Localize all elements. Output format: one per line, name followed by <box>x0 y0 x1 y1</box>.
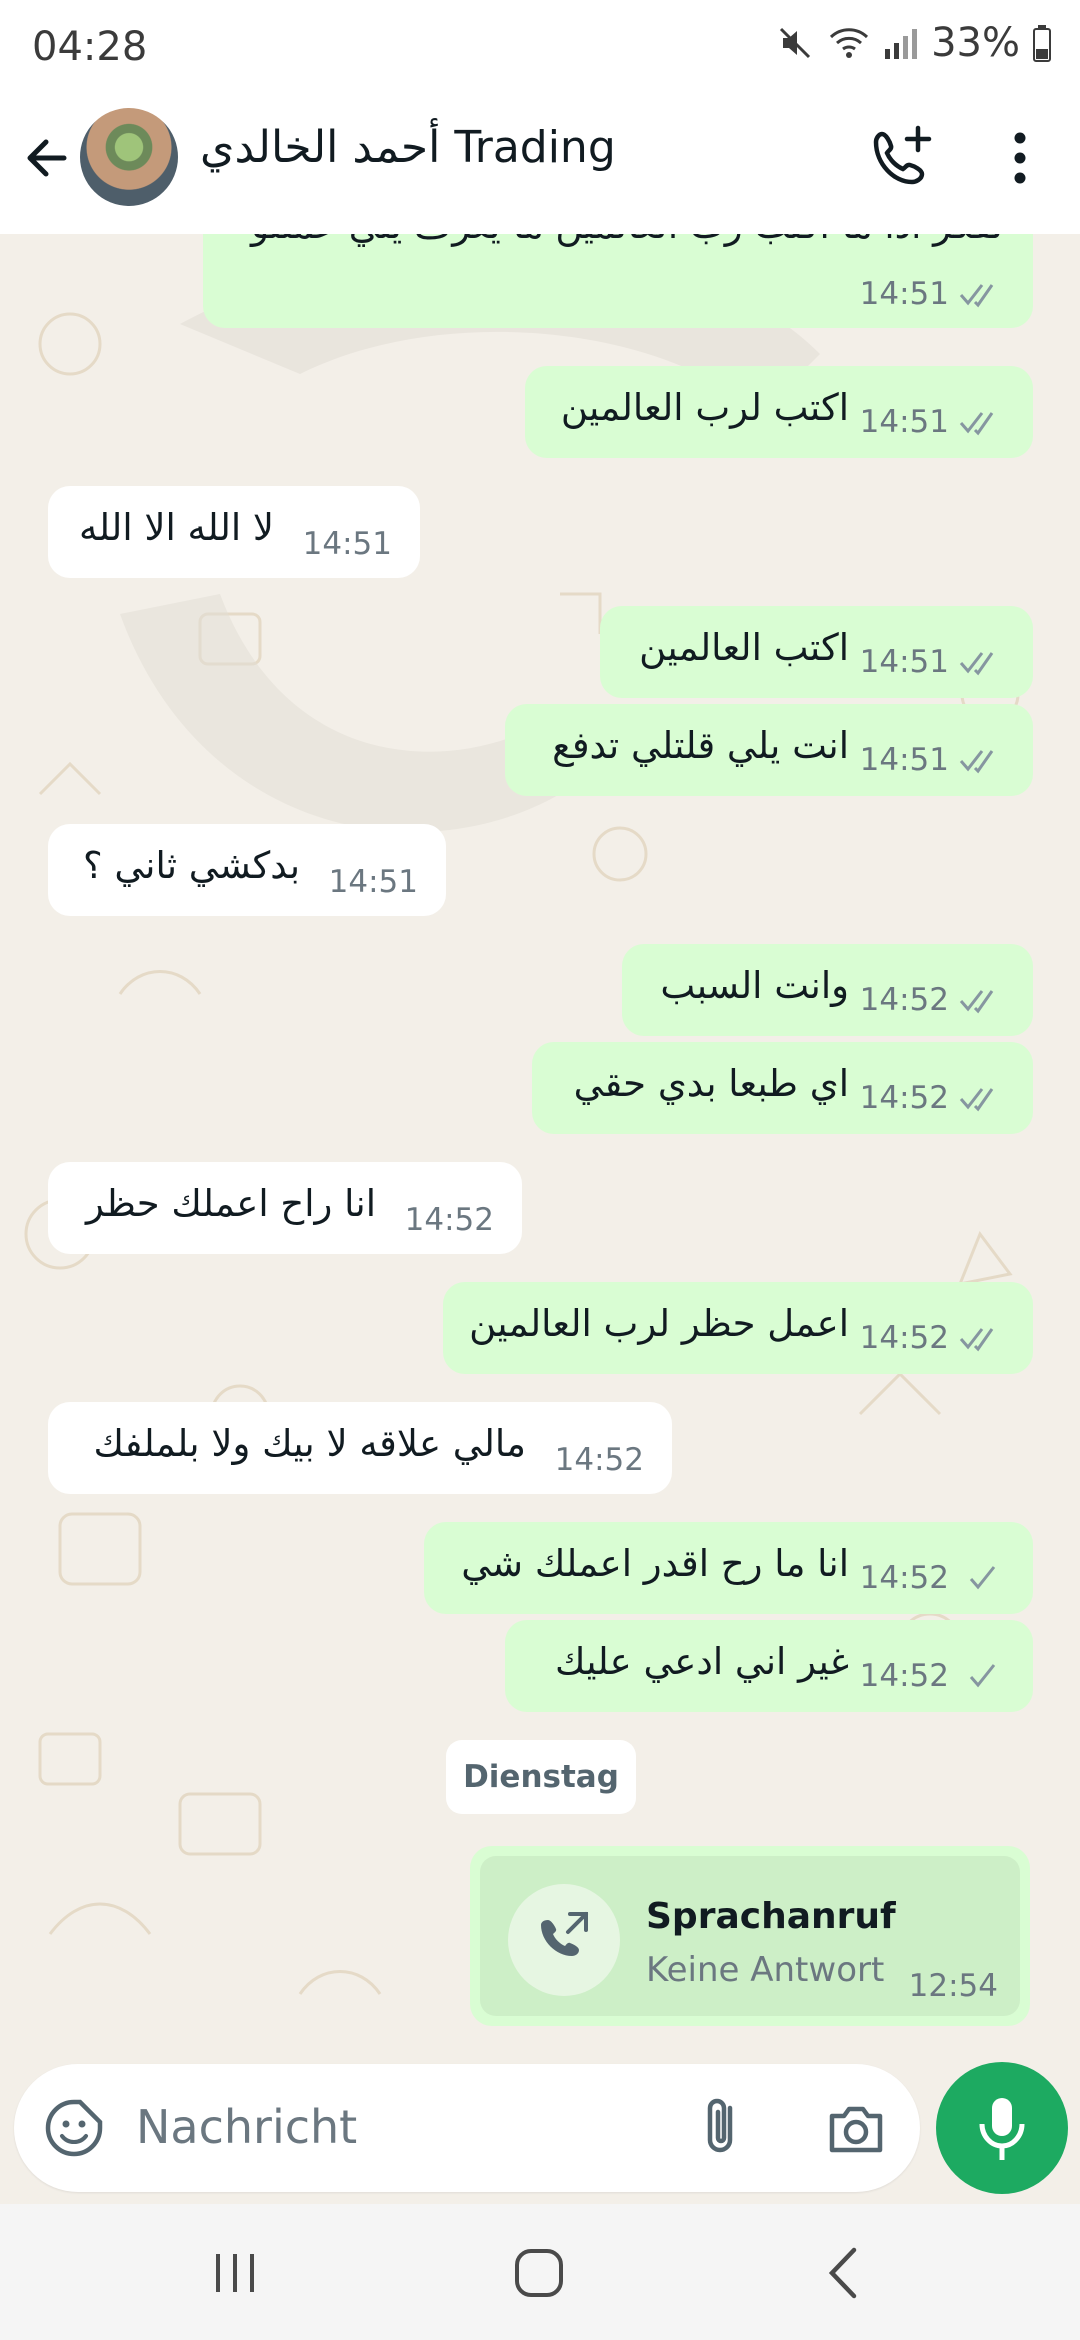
back-arrow-icon[interactable] <box>18 128 78 188</box>
message-time: 14:52 <box>404 1202 494 1238</box>
status-bar: 04:28 33% <box>0 0 1080 100</box>
battery-percent: 33% <box>931 20 1020 66</box>
date-divider: Dienstag <box>446 1740 636 1814</box>
missed-call-icon-wrap <box>508 1884 620 1996</box>
message-outgoing[interactable]: انت يلي قلتلي تدفع 14:51 <box>505 704 1033 796</box>
message-meta: 14:52 <box>405 1202 494 1238</box>
double-check-icon <box>959 990 994 1014</box>
battery-icon <box>1033 25 1051 62</box>
message-time: 14:51 <box>302 526 392 562</box>
message-text: انت يلي قلتلي تدفع <box>552 724 849 767</box>
message-meta: 14:52 <box>860 1080 1005 1116</box>
attach-icon[interactable] <box>694 2094 750 2160</box>
check-icon <box>969 1664 996 1688</box>
double-check-icon <box>959 284 994 308</box>
nav-back-icon[interactable] <box>822 2244 862 2302</box>
recent-apps-icon[interactable] <box>210 2248 260 2298</box>
message-time: 14:51 <box>859 404 949 440</box>
message-time: 14:52 <box>859 1080 949 1116</box>
status-icons: 33% <box>775 20 1052 66</box>
message-outgoing[interactable]: اكتب العالمين 14:51 <box>600 606 1033 698</box>
voice-call-message[interactable]: Sprachanruf Keine Antwort 12:54 <box>470 1846 1030 2026</box>
add-call-icon[interactable] <box>866 122 936 192</box>
message-meta: 14:51 <box>860 404 1005 440</box>
check-icon <box>969 1566 996 1590</box>
message-text: اكتب لرب العالمين <box>560 386 849 429</box>
contact-name[interactable]: أحمد الخالدي Trading <box>200 122 616 173</box>
status-time: 04:28 <box>32 24 148 70</box>
double-check-icon <box>959 412 994 436</box>
message-text: لا الله الا الله <box>78 506 274 549</box>
voice-message-button[interactable] <box>936 2062 1068 2194</box>
message-outgoing[interactable]: اكتب لرب العالمين 14:51 <box>525 366 1033 458</box>
message-incoming[interactable]: لا الله الا الله 14:51 <box>48 486 420 578</box>
mute-icon <box>780 27 811 59</box>
message-outgoing[interactable]: وانت السبب 14:52 <box>622 944 1033 1036</box>
message-time: 14:52 <box>859 1658 949 1694</box>
message-time: 14:52 <box>859 1320 949 1356</box>
call-outgoing-icon <box>541 1912 588 1956</box>
message-text: انا ما رح اقدر اعملك شي <box>461 1542 849 1585</box>
system-nav-bar <box>0 2204 1080 2340</box>
voice-call-card: Sprachanruf Keine Antwort 12:54 <box>480 1856 1020 2016</box>
microphone-icon <box>979 2098 1025 2160</box>
call-time: 12:54 <box>908 1968 998 2004</box>
message-time: 14:51 <box>328 864 418 900</box>
message-outgoing[interactable]: تفكر اذا ما اكتب رب العالمين ما يعرف يلي… <box>203 234 1033 328</box>
message-text: مالي علاقه لا بيك ولا بلملفك <box>93 1422 527 1465</box>
message-text: اكتب العالمين <box>639 626 849 669</box>
message-time: 14:52 <box>859 982 949 1018</box>
double-check-icon <box>959 1328 994 1352</box>
message-text: انا راح اعملك حظر <box>86 1182 376 1225</box>
avatar[interactable] <box>80 108 178 206</box>
message-text: اي طبعا بدي حقي <box>573 1062 849 1105</box>
message-meta: 14:52 <box>860 1320 1005 1356</box>
call-title: Sprachanruf <box>646 1896 896 1937</box>
message-outgoing[interactable]: اعمل حظر لرب العالمين 14:52 <box>443 1282 1033 1374</box>
message-time: 14:51 <box>859 644 949 680</box>
message-meta: 14:52 <box>860 1560 1005 1596</box>
message-meta: 14:51 <box>860 644 1005 680</box>
double-check-icon <box>959 750 994 774</box>
message-incoming[interactable]: مالي علاقه لا بيك ولا بلملفك 14:52 <box>48 1402 672 1494</box>
message-incoming[interactable]: بدكشي ثاني ؟ 14:51 <box>48 824 446 916</box>
message-input-bar: Nachricht <box>14 2064 920 2192</box>
message-time: 14:52 <box>554 1442 644 1478</box>
double-check-icon <box>959 652 994 676</box>
message-meta: 14:52 <box>860 1658 1005 1694</box>
message-meta: 14:51 <box>303 526 392 562</box>
message-meta: 14:51 <box>860 276 1005 312</box>
message-text: بدكشي ثاني ؟ <box>82 844 300 887</box>
message-outgoing[interactable]: انا ما رح اقدر اعملك شي 14:52 <box>424 1522 1033 1614</box>
message-outgoing[interactable]: غير اني ادعي عليك 14:52 <box>505 1620 1033 1712</box>
call-status: Keine Antwort <box>646 1950 885 1990</box>
message-time: 14:51 <box>859 742 949 778</box>
message-time: 14:52 <box>859 1560 949 1596</box>
message-text: وانت السبب <box>660 964 849 1007</box>
chat-header: أحمد الخالدي Trading <box>0 100 1080 234</box>
message-meta: 14:51 <box>329 864 418 900</box>
message-text: غير اني ادعي عليك <box>555 1640 849 1683</box>
message-meta: 14:52 <box>860 982 1005 1018</box>
message-time: 14:51 <box>859 276 949 312</box>
sticker-emoji-icon[interactable] <box>42 2096 106 2160</box>
message-input[interactable]: Nachricht <box>136 2100 357 2154</box>
message-text: تفكر اذا ما اكتب رب العالمين ما يعرف يلي… <box>251 234 1003 247</box>
message-text: اعمل حظر لرب العالمين <box>469 1302 849 1345</box>
message-incoming[interactable]: انا راح اعملك حظر 14:52 <box>48 1162 522 1254</box>
home-icon[interactable] <box>512 2246 566 2300</box>
more-options-icon[interactable] <box>1000 126 1040 190</box>
message-outgoing[interactable]: اي طبعا بدي حقي 14:52 <box>532 1042 1033 1134</box>
signal-icon <box>885 29 918 59</box>
message-meta: 14:51 <box>860 742 1005 778</box>
wifi-icon <box>830 28 869 58</box>
double-check-icon <box>959 1088 994 1112</box>
message-meta: 14:52 <box>555 1442 644 1478</box>
camera-icon[interactable] <box>824 2096 888 2160</box>
